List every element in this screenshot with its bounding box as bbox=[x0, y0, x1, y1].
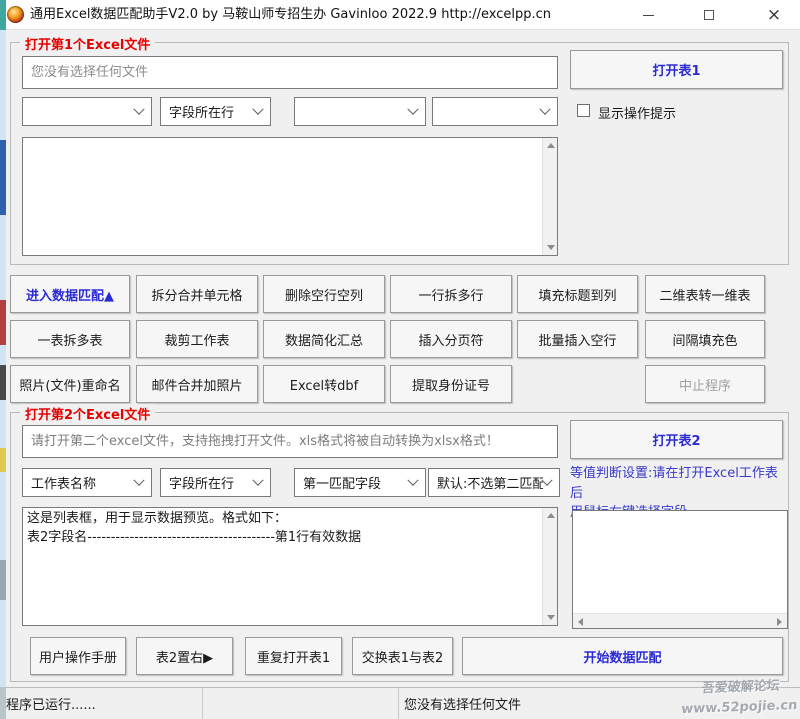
open-table2-button[interactable]: 打开表2 bbox=[570, 420, 783, 459]
tool-data-simplify-summary-button[interactable]: 数据简化汇总 bbox=[263, 320, 385, 358]
tool-mail-merge-with-photo-button[interactable]: 邮件合并加照片 bbox=[136, 365, 258, 403]
tool-extract-id-number-button[interactable]: 提取身份证号 bbox=[390, 365, 512, 403]
tool-insert-page-break-button[interactable]: 插入分页符 bbox=[390, 320, 512, 358]
table1-header-row-combo[interactable]: 字段所在行 bbox=[160, 97, 271, 126]
tool-excel-to-dbf-button[interactable]: Excel转dbf bbox=[263, 365, 385, 403]
show-tips-label: 显示操作提示 bbox=[598, 103, 676, 122]
chevron-down-icon bbox=[407, 474, 418, 485]
table2-header-row-combo[interactable]: 字段所在行 bbox=[160, 468, 271, 497]
watermark: 吾爱破解论坛 www.52pojie.cn bbox=[679, 676, 800, 719]
table1-combo-4[interactable] bbox=[432, 97, 558, 126]
selected-fields-hscrollbar[interactable] bbox=[573, 613, 787, 628]
scroll-up-icon[interactable] bbox=[543, 508, 558, 523]
tool-batch-insert-empty-rows-button[interactable]: 批量插入空行 bbox=[517, 320, 638, 358]
minimize-icon bbox=[643, 15, 654, 16]
desktop-edge bbox=[0, 0, 6, 719]
table2-preview-vscrollbar[interactable] bbox=[542, 508, 557, 625]
table1-preview-listbox[interactable] bbox=[22, 137, 558, 256]
tool-enter-data-match-button[interactable]: 进入数据匹配▲ bbox=[10, 275, 130, 313]
scroll-down-icon[interactable] bbox=[543, 240, 558, 255]
scroll-left-icon[interactable] bbox=[573, 614, 588, 629]
chevron-down-icon bbox=[133, 474, 144, 485]
hint-line1: 等值判断设置:请在打开Excel工作表后 bbox=[570, 464, 790, 503]
show-tips-checkbox[interactable] bbox=[577, 104, 590, 117]
scroll-down-icon[interactable] bbox=[543, 610, 558, 625]
tool-2d-to-1d-table-button[interactable]: 二维表转一维表 bbox=[645, 275, 765, 313]
status-divider bbox=[202, 688, 203, 719]
table2-to-right-button[interactable]: 表2置右▶ bbox=[136, 637, 233, 675]
maximize-button[interactable] bbox=[686, 0, 732, 30]
group1-title: 打开第1个Excel文件 bbox=[20, 34, 155, 53]
chevron-down-icon bbox=[539, 103, 550, 114]
tool-delete-empty-rows-cols-button[interactable]: 删除空行空列 bbox=[263, 275, 385, 313]
first-match-field-combo[interactable]: 第一匹配字段 bbox=[294, 468, 426, 497]
chevron-down-icon bbox=[541, 474, 552, 485]
status-divider bbox=[398, 688, 399, 719]
status-file-text: 您没有选择任何文件 bbox=[404, 694, 521, 713]
tool-split-merged-cells-button[interactable]: 拆分合并单元格 bbox=[136, 275, 258, 313]
chevron-down-icon bbox=[252, 103, 263, 114]
chevron-down-icon bbox=[252, 474, 263, 485]
table2-sheet-combo[interactable]: 工作表名称 bbox=[22, 468, 152, 497]
start-data-match-button[interactable]: 开始数据匹配 bbox=[462, 637, 783, 675]
table1-preview-vscrollbar[interactable] bbox=[542, 138, 557, 255]
title-bar: 通用Excel数据匹配助手V2.0 by 马鞍山师专招生办 Gavinloo 2… bbox=[0, 0, 800, 30]
scroll-up-icon[interactable] bbox=[543, 138, 558, 153]
table2-preview-listbox[interactable]: 这是列表框，用于显示数据预览。格式如下： 表2字段名--------------… bbox=[22, 507, 558, 626]
reopen-table1-button[interactable]: 重复打开表1 bbox=[245, 637, 342, 675]
file1-path-field[interactable]: 您没有选择任何文件 bbox=[22, 56, 558, 89]
preview-text: 这是列表框，用于显示数据预览。格式如下： 表2字段名--------------… bbox=[27, 510, 537, 548]
table1-combo-3[interactable] bbox=[294, 97, 426, 126]
minimize-button[interactable] bbox=[625, 0, 671, 30]
tool-abort-program-button: 中止程序 bbox=[645, 365, 765, 403]
window-title: 通用Excel数据匹配助手V2.0 by 马鞍山师专招生办 Gavinloo 2… bbox=[30, 0, 551, 30]
maximize-icon bbox=[704, 10, 714, 20]
tool-crop-worksheet-button[interactable]: 裁剪工作表 bbox=[136, 320, 258, 358]
status-running-text: 程序已运行...... bbox=[6, 694, 96, 713]
tool-alternate-fill-color-button[interactable]: 间隔填充色 bbox=[645, 320, 765, 358]
chevron-down-icon bbox=[407, 103, 418, 114]
chevron-down-icon bbox=[133, 103, 144, 114]
tool-fill-title-to-column-button[interactable]: 填充标题到列 bbox=[517, 275, 638, 313]
second-match-field-combo[interactable]: 默认:不选第二匹配字 bbox=[428, 468, 560, 497]
file2-path-field[interactable]: 请打开第二个excel文件，支持拖拽打开文件。xls格式将被自动转换为xlsx格… bbox=[22, 425, 558, 458]
tool-one-table-to-many-button[interactable]: 一表拆多表 bbox=[10, 320, 130, 358]
table1-sheet-combo[interactable] bbox=[22, 97, 152, 126]
user-manual-button[interactable]: 用户操作手册 bbox=[30, 637, 126, 675]
close-button[interactable]: × bbox=[748, 0, 800, 30]
selected-fields-listbox[interactable] bbox=[572, 510, 788, 629]
close-icon: × bbox=[767, 5, 781, 25]
watermark-line2: www.52pojie.cn bbox=[679, 695, 800, 719]
app-icon bbox=[7, 6, 24, 23]
open-table1-button[interactable]: 打开表1 bbox=[570, 50, 783, 89]
group2-title: 打开第2个Excel文件 bbox=[20, 404, 155, 423]
tool-one-row-to-many-button[interactable]: 一行拆多行 bbox=[390, 275, 512, 313]
swap-table1-table2-button[interactable]: 交换表1与表2 bbox=[352, 637, 453, 675]
tool-photo-file-rename-button[interactable]: 照片(文件)重命名 bbox=[10, 365, 130, 403]
scroll-right-icon[interactable] bbox=[772, 614, 787, 629]
